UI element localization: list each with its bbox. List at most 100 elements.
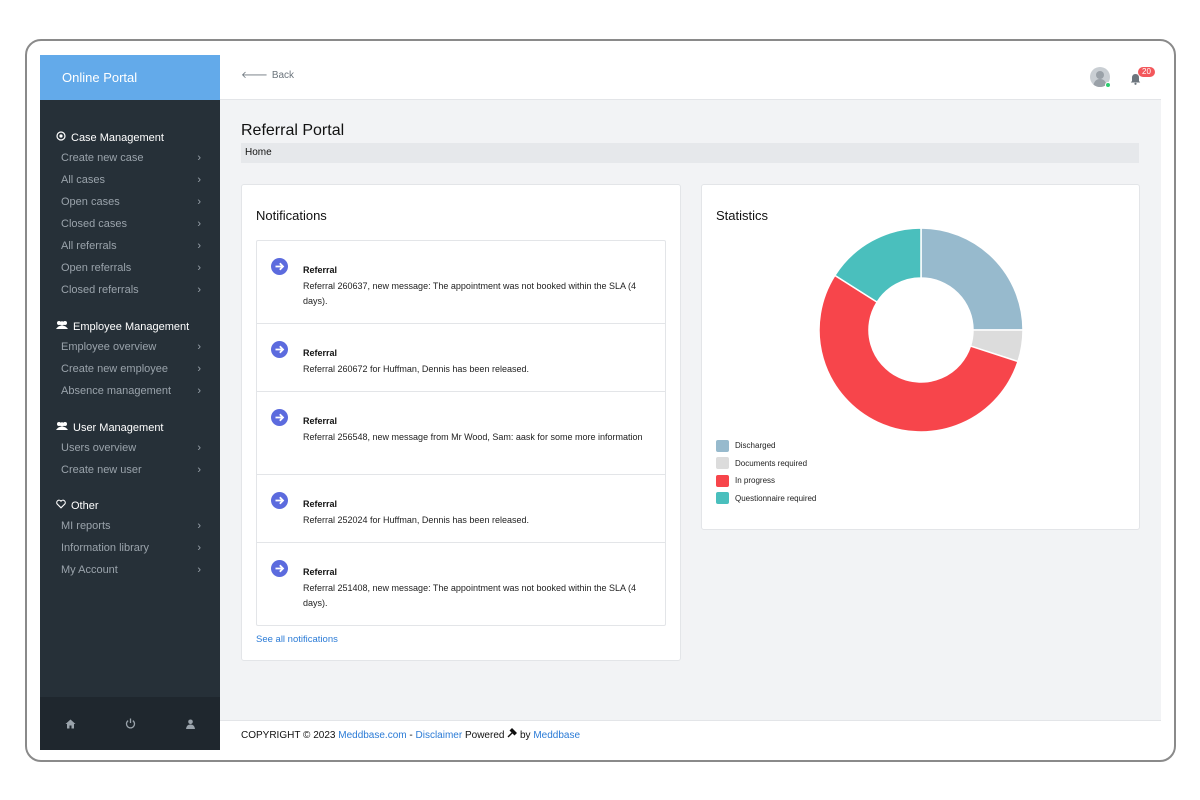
arrow-right-circle-icon bbox=[271, 492, 288, 509]
sidebar-item-label: Closed cases bbox=[61, 218, 128, 230]
chevron-right-icon: › bbox=[197, 341, 201, 353]
notification-item[interactable]: Referral Referral 260672 for Huffman, De… bbox=[257, 324, 665, 392]
home-icon[interactable] bbox=[65, 719, 76, 729]
back-link[interactable]: 🡐 Back bbox=[241, 69, 294, 82]
sidebar-item-label: Users overview bbox=[61, 442, 137, 454]
sidebar-item-create-new-employee[interactable]: Create new employee › bbox=[61, 363, 201, 375]
top-bar: 🡐 Back 20 bbox=[220, 55, 1161, 100]
legend-label: In progress bbox=[735, 476, 776, 486]
chevron-right-icon: › bbox=[197, 218, 201, 230]
sidebar-item-absence-management[interactable]: Absence management › bbox=[61, 385, 201, 397]
hammer-icon bbox=[507, 728, 518, 741]
see-all-notifications-link[interactable]: See all notifications bbox=[256, 634, 338, 645]
chevron-right-icon: › bbox=[197, 520, 201, 532]
sidebar-item-all-referrals[interactable]: All referrals › bbox=[61, 240, 201, 252]
notification-title: Referral bbox=[303, 348, 338, 358]
sidebar-item-label: Absence management bbox=[61, 385, 172, 397]
by-text: by bbox=[520, 730, 531, 741]
chevron-right-icon: › bbox=[197, 240, 201, 252]
legend-swatch bbox=[716, 492, 729, 505]
sidebar-item-label: Closed referrals bbox=[61, 284, 139, 296]
legend-item[interactable]: Questionnaire required bbox=[716, 490, 816, 508]
sidebar-item-create-new-user[interactable]: Create new user › bbox=[61, 464, 201, 476]
arrow-right-circle-icon bbox=[271, 560, 288, 577]
sidebar-item-mi-reports[interactable]: MI reports › bbox=[61, 520, 201, 532]
sidebar-item-closed-referrals[interactable]: Closed referrals › bbox=[61, 284, 201, 296]
notification-message: Referral 260672 for Huffman, Dennis has … bbox=[303, 364, 529, 374]
legend-swatch bbox=[716, 474, 729, 487]
notification-title: Referral bbox=[303, 499, 338, 509]
chart-legend: Discharged Documents required In progress Q… bbox=[716, 437, 816, 507]
sidebar-item-employee-overview[interactable]: Employee overview › bbox=[61, 341, 201, 353]
sidebar-item-label: All cases bbox=[61, 174, 106, 186]
notification-title: Referral bbox=[303, 416, 338, 426]
meddbase-brand-link[interactable]: Meddbase bbox=[533, 730, 580, 741]
notification-title: Referral bbox=[303, 265, 338, 275]
brand-title[interactable]: Online Portal bbox=[40, 55, 220, 100]
section-other: Other bbox=[56, 499, 99, 512]
sidebar-item-all-cases[interactable]: All cases › bbox=[61, 174, 201, 186]
donut-slice-discharged[interactable] bbox=[920, 227, 1024, 331]
sidebar-item-my-account[interactable]: My Account › bbox=[61, 564, 201, 576]
chevron-right-icon: › bbox=[197, 284, 201, 296]
sidebar-item-label: Create new user bbox=[61, 464, 142, 476]
notification-item[interactable]: Referral Referral 260637, new message: T… bbox=[257, 241, 665, 324]
legend-item[interactable]: In progress bbox=[716, 472, 816, 490]
sidebar: Online Portal Case Management Create new… bbox=[40, 55, 220, 750]
donut-chart bbox=[818, 227, 1024, 433]
legend-label: Questionnaire required bbox=[735, 493, 817, 503]
sidebar-item-label: MI reports bbox=[61, 520, 111, 532]
sidebar-item-label: Create new case bbox=[61, 152, 144, 164]
sidebar-item-open-cases[interactable]: Open cases › bbox=[61, 196, 201, 208]
chevron-right-icon: › bbox=[197, 174, 201, 186]
legend-label: Discharged bbox=[735, 441, 776, 451]
statistics-card: Statistics Discharged Documents required I… bbox=[701, 184, 1140, 530]
breadcrumb-home[interactable]: Home bbox=[245, 147, 272, 158]
section-user-management: User Management bbox=[56, 421, 164, 434]
chevron-right-icon: › bbox=[197, 262, 201, 274]
notification-count-badge: 20 bbox=[1138, 67, 1155, 77]
meddbase-site-link[interactable]: Meddbase.com bbox=[338, 730, 406, 741]
notification-message: Referral 251408, new message: The appoin… bbox=[303, 583, 637, 608]
sidebar-item-label: Employee overview bbox=[61, 341, 157, 353]
legend-item[interactable]: Documents required bbox=[716, 455, 816, 473]
app-window: Online Portal Case Management Create new… bbox=[40, 55, 1161, 750]
section-employee-management: Employee Management bbox=[56, 320, 189, 333]
page-footer: COPYRIGHT © 2023 Meddbase.com - Disclaim… bbox=[220, 720, 1161, 750]
notification-item[interactable]: Referral Referral 256548, new message fr… bbox=[257, 392, 665, 475]
user-icon[interactable] bbox=[186, 719, 196, 729]
legend-label: Documents required bbox=[735, 458, 808, 468]
sidebar-item-information-library[interactable]: Information library › bbox=[61, 542, 201, 554]
notification-item[interactable]: Referral Referral 251408, new message: T… bbox=[257, 543, 665, 625]
sidebar-item-create-new-case[interactable]: Create new case › bbox=[61, 152, 201, 164]
chevron-right-icon: › bbox=[197, 564, 201, 576]
notification-message: Referral 260637, new message: The appoin… bbox=[303, 281, 637, 306]
sidebar-item-open-referrals[interactable]: Open referrals › bbox=[61, 262, 201, 274]
sidebar-item-closed-cases[interactable]: Closed cases › bbox=[61, 218, 201, 230]
legend-swatch bbox=[716, 457, 729, 470]
arrow-right-circle-icon bbox=[271, 258, 288, 275]
page-title: Referral Portal bbox=[241, 122, 345, 139]
powered-text: Powered bbox=[464, 730, 505, 741]
notification-item[interactable]: Referral Referral 252024 for Huffman, De… bbox=[257, 475, 665, 543]
copyright-text: COPYRIGHT © 2023 bbox=[241, 730, 336, 741]
sidebar-item-label: Information library bbox=[61, 542, 150, 554]
heart-icon bbox=[56, 499, 66, 512]
target-icon bbox=[56, 131, 66, 144]
sidebar-item-label: Open cases bbox=[61, 196, 120, 208]
users-icon bbox=[56, 421, 68, 434]
notifications-title: Notifications bbox=[256, 208, 327, 223]
legend-swatch bbox=[716, 439, 729, 452]
breadcrumb: Home bbox=[241, 143, 1139, 163]
notifications-card: Notifications Referral Referral 260637, … bbox=[241, 184, 681, 661]
sidebar-item-label: All referrals bbox=[61, 240, 117, 252]
statistics-title: Statistics bbox=[716, 208, 769, 223]
sidebar-item-users-overview[interactable]: Users overview › bbox=[61, 442, 201, 454]
legend-item[interactable]: Discharged bbox=[716, 437, 816, 455]
online-status-dot bbox=[1105, 82, 1111, 88]
power-icon[interactable] bbox=[125, 718, 136, 729]
section-title-label: Employee Management bbox=[73, 320, 190, 333]
arrow-left-icon: 🡐 bbox=[241, 70, 268, 81]
section-case-management: Case Management bbox=[56, 131, 164, 144]
disclaimer-link[interactable]: Disclaimer bbox=[416, 730, 463, 741]
